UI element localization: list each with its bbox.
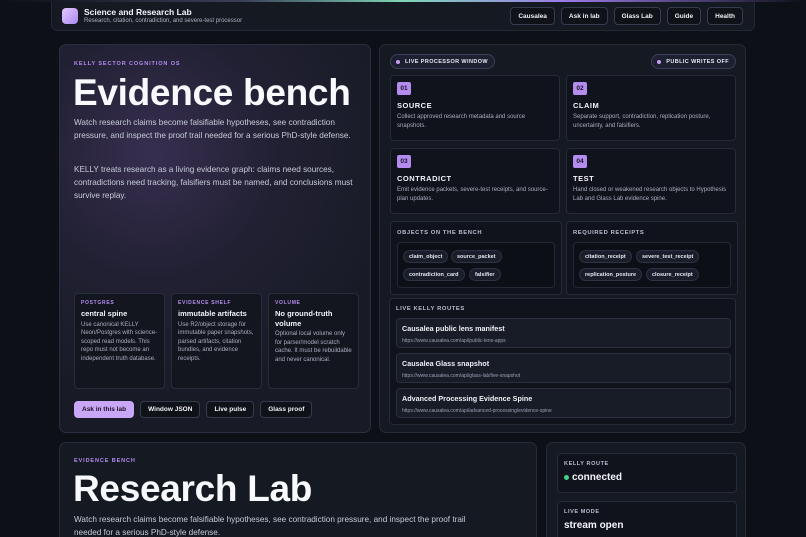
status-label: LIVE MODE — [564, 509, 600, 515]
stage-contradict-card: 03 CONTRADICT Emit evidence packets, sev… — [390, 148, 560, 214]
stage-source-card: 01 SOURCE Collect approved research meta… — [390, 75, 560, 141]
objects-on-bench-panel: OBJECTS ON THE BENCH claim_object source… — [390, 221, 562, 295]
nav-guide-button[interactable]: Guide — [666, 7, 702, 25]
live-routes-panel: LIVE KELLY ROUTES Causalea public lens m… — [389, 298, 736, 425]
ask-in-this-lab-button[interactable]: Ask in this lab — [74, 401, 135, 418]
receipt-chip[interactable]: severe_test_receipt — [636, 250, 700, 263]
hero-description-secondary: KELLY treats research as a living eviden… — [74, 165, 353, 200]
route-url[interactable]: https://www.causalea.com/api/glass-lab/l… — [402, 373, 520, 379]
lab-description: Watch research claims become falsifiable… — [74, 515, 466, 537]
route-title: Advanced Processing Evidence Spine — [402, 394, 533, 403]
stage-text: Separate support, contradiction, replica… — [573, 114, 711, 129]
stage-number: 04 — [573, 155, 587, 168]
receipt-chip[interactable]: closure_receipt — [646, 268, 699, 281]
stage-text: Hand closed or weakened research objects… — [573, 187, 727, 202]
required-receipts-panel: REQUIRED RECEIPTS citation_receipt sever… — [566, 221, 738, 295]
card-title: No ground-truth volume — [275, 309, 333, 328]
hero-description: Watch research claims become falsifiable… — [74, 118, 351, 140]
stage-title: SOURCE — [397, 101, 433, 110]
stage-number: 01 — [397, 82, 411, 95]
receipts-chip-box: citation_receipt severe_test_receipt rep… — [573, 242, 731, 288]
stage-number: 03 — [397, 155, 411, 168]
hero-title: Evidence bench — [73, 72, 351, 113]
status-label: KELLY ROUTE — [564, 461, 609, 467]
routes-label: LIVE KELLY ROUTES — [396, 306, 465, 312]
nav-health-button[interactable]: Health — [707, 7, 743, 25]
stage-title: CONTRADICT — [397, 174, 452, 183]
stage-text: Emit evidence packets, severe-test recei… — [397, 187, 548, 202]
lab-title: Research Lab — [73, 468, 313, 509]
nav-causalea-button[interactable]: Causalea — [510, 7, 555, 25]
card-title: immutable artifacts — [178, 309, 247, 318]
app-header: Science and Research Lab Research, citat… — [51, 2, 755, 31]
object-chip[interactable]: claim_object — [403, 250, 449, 263]
stage-claim-card: 02 CLAIM Separate support, contradiction… — [566, 75, 736, 141]
badge-label: PUBLIC WRITES OFF — [666, 58, 729, 65]
object-chip[interactable]: contradiction_card — [403, 268, 465, 281]
receipt-chip[interactable]: citation_receipt — [579, 250, 632, 263]
stage-test-card: 04 TEST Hand closed or weakened research… — [566, 148, 736, 214]
hero-panel: KELLY SECTOR COGNITION OS Evidence bench… — [59, 44, 371, 433]
lab-eyebrow: EVIDENCE BENCH — [74, 458, 136, 464]
lab-logo-icon — [62, 8, 78, 24]
object-chip[interactable]: source_packet — [451, 250, 502, 263]
card-eyebrow: VOLUME — [275, 300, 301, 306]
route-title: Causalea public lens manifest — [402, 324, 505, 333]
card-text: Use canonical KELLY Neon/Postgres with s… — [81, 321, 158, 362]
window-json-button[interactable]: Window JSON — [140, 401, 201, 418]
route-title: Causalea Glass snapshot — [402, 359, 490, 368]
route-value: connected — [572, 472, 623, 483]
stage-number: 02 — [573, 82, 587, 95]
live-pulse-button[interactable]: Live pulse — [206, 401, 255, 418]
app-subtitle: Research, citation, contradiction, and s… — [84, 18, 243, 24]
card-eyebrow: EVIDENCE SHELF — [178, 300, 232, 306]
evidence-shelf-card: EVIDENCE SHELF immutable artifacts Use R… — [171, 293, 262, 389]
object-chip[interactable]: falsifier — [469, 268, 501, 281]
route-url[interactable]: https://www.causalea.com/api/advanced-pr… — [402, 408, 552, 414]
objects-chip-box: claim_object source_packet contradiction… — [397, 242, 555, 288]
postgres-card: POSTGRES central spine Use canonical KEL… — [74, 293, 165, 389]
badge-label: LIVE PROCESSOR WINDOW — [405, 58, 488, 65]
status-value: connected — [564, 472, 622, 483]
receipt-chip[interactable]: replication_posture — [579, 268, 643, 281]
hero-actions: Ask in this lab Window JSON Live pulse G… — [74, 401, 313, 418]
top-nav: Causalea Ask in lab Glass Lab Guide Heal… — [510, 7, 743, 25]
research-lab-panel: EVIDENCE BENCH Research Lab Watch resear… — [59, 442, 537, 537]
stage-text: Collect approved research metadata and s… — [397, 114, 526, 129]
processor-panel: LIVE PROCESSOR WINDOW PUBLIC WRITES OFF … — [379, 44, 746, 433]
card-title: central spine — [81, 309, 128, 318]
route-item[interactable]: Causalea Glass snapshot https://www.caus… — [396, 353, 731, 383]
nav-ask-in-lab-button[interactable]: Ask in lab — [560, 7, 608, 25]
route-url[interactable]: https://www.causalea.com/api/public-lens… — [402, 338, 506, 344]
status-dot-icon — [657, 60, 662, 64]
storage-cards: POSTGRES central spine Use canonical KEL… — [74, 293, 359, 389]
nav-glass-lab-button[interactable]: Glass Lab — [613, 7, 661, 25]
receipts-label: REQUIRED RECEIPTS — [573, 230, 645, 236]
card-eyebrow: POSTGRES — [81, 300, 115, 306]
live-processor-window-badge: LIVE PROCESSOR WINDOW — [390, 54, 495, 69]
app-title: Science and Research Lab — [84, 7, 192, 17]
glass-proof-button[interactable]: Glass proof — [260, 401, 313, 418]
mode-value: stream open — [564, 520, 624, 531]
status-panel: KELLY ROUTE connected LIVE MODE stream o… — [546, 442, 746, 537]
live-mode-status: LIVE MODE stream open — [557, 501, 737, 537]
connected-dot-icon — [564, 474, 569, 480]
status-dot-icon — [396, 60, 400, 64]
public-writes-off-badge: PUBLIC WRITES OFF — [651, 54, 736, 69]
card-text: Use R2/object storage for immutable pape… — [178, 321, 254, 362]
card-text: Optional local volume only for parser/mo… — [275, 331, 352, 363]
objects-label: OBJECTS ON THE BENCH — [397, 230, 483, 236]
stage-title: CLAIM — [573, 101, 600, 110]
route-item[interactable]: Advanced Processing Evidence Spine https… — [396, 388, 731, 418]
kelly-route-status: KELLY ROUTE connected — [557, 453, 737, 493]
hero-eyebrow: KELLY SECTOR COGNITION OS — [74, 61, 181, 67]
route-item[interactable]: Causalea public lens manifest https://ww… — [396, 318, 731, 348]
volume-card: VOLUME No ground-truth volume Optional l… — [268, 293, 359, 389]
stage-title: TEST — [573, 174, 595, 183]
